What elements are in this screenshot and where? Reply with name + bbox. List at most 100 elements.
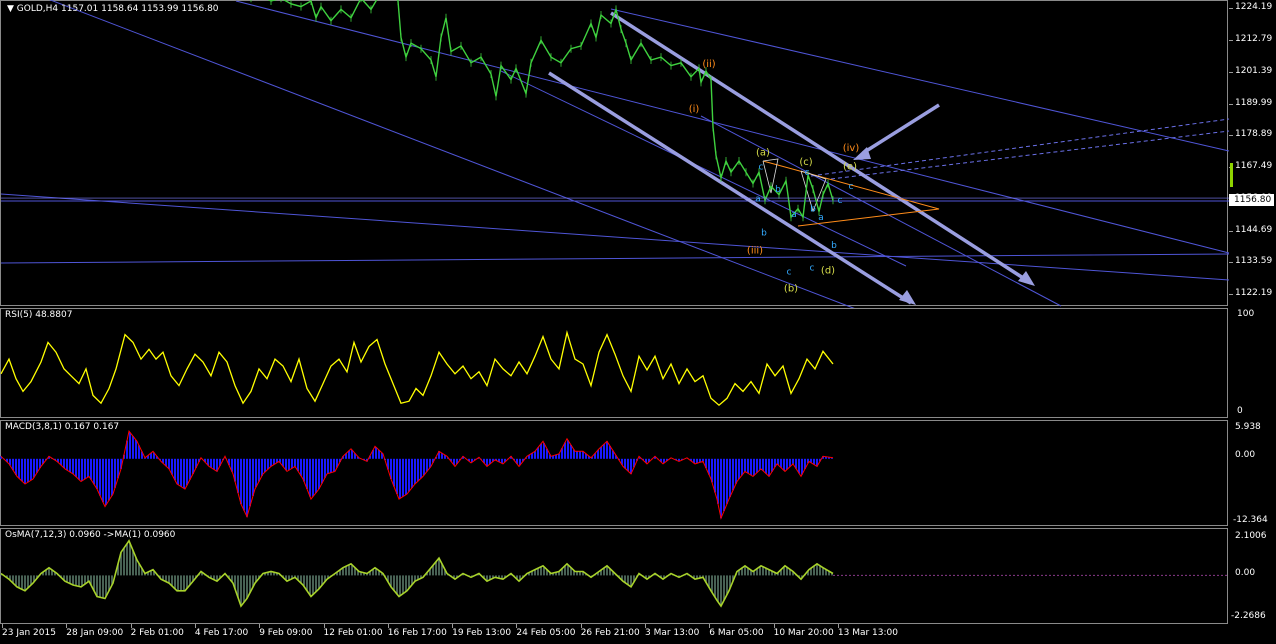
price-tick-mark xyxy=(1229,71,1233,73)
time-tick-5: 12 Feb 01:00 xyxy=(323,628,383,638)
time-tick-1: 28 Jan 09:00 xyxy=(66,628,124,638)
price-tick-mark xyxy=(1229,231,1233,233)
rsi-chart xyxy=(0,330,834,407)
time-tick-0: 23 Jan 2015 xyxy=(2,628,56,638)
wave-label-13[interactable]: b xyxy=(761,228,767,238)
time-tick-3: 4 Feb 17:00 xyxy=(194,628,249,638)
price-tick-9: 1122.19 xyxy=(1235,288,1273,299)
time-axis[interactable]: 23 Jan 2015 28 Jan 09:00 2 Feb 01:00 4 Feb … xyxy=(0,624,1228,644)
wave-label-8[interactable]: (e) xyxy=(843,161,857,172)
time-tick-4: 9 Feb 09:00 xyxy=(259,628,313,638)
price-tick-mark xyxy=(1229,103,1233,105)
price-tick-mark xyxy=(1229,294,1233,296)
trendline-3[interactable] xyxy=(235,0,1230,254)
wave-label-15[interactable]: c xyxy=(787,268,792,278)
price-pane[interactable]: (ii) (i) (iii) (iv) (a) (b) (c) (d) (e) c b a a b c c b c… xyxy=(0,0,1230,312)
wave-label-16[interactable]: b xyxy=(810,205,816,215)
macd-tick-top: 5.938 xyxy=(1235,422,1261,432)
current-price-tag: 1156.80 xyxy=(1229,194,1274,206)
osma-tick-top: 2.1006 xyxy=(1235,531,1267,541)
wave-label-7[interactable]: (d) xyxy=(821,265,835,276)
ohlc-high: 1158.64 xyxy=(101,4,139,14)
rsi-tick-100: 100 xyxy=(1237,309,1255,319)
wave-label-11[interactable]: a xyxy=(755,195,761,205)
ohlc-open: 1157.01 xyxy=(61,4,99,14)
trendline-1[interactable] xyxy=(0,253,1230,264)
wave-label-6[interactable]: (c) xyxy=(799,157,812,168)
time-tick-12: 10 Mar 20:00 xyxy=(773,628,834,638)
price-tick-mark xyxy=(1229,135,1233,137)
wave-label-2[interactable]: (iii) xyxy=(747,246,763,257)
osma-label: OsMA(7,12,3) 0.0960 ->MA(1) 0.0960 xyxy=(5,530,176,540)
price-tick-4: 1178.89 xyxy=(1235,129,1273,140)
ohlc-low: 1153.99 xyxy=(141,4,179,14)
rsi-tick-0: 0 xyxy=(1237,406,1243,416)
price-tick-mark xyxy=(1229,262,1233,264)
time-tick-8: 24 Feb 05:00 xyxy=(516,628,576,638)
symbol-label: GOLD,H4 xyxy=(16,4,59,14)
price-line[interactable] xyxy=(1,0,834,220)
price-tick-1: 1212.79 xyxy=(1235,33,1273,44)
wave-label-19[interactable]: b xyxy=(831,241,837,251)
wave-label-9[interactable]: c xyxy=(759,162,764,172)
osma-pane[interactable]: OsMA(7,12,3) 0.0960 ->MA(1) 0.0960 xyxy=(0,528,1229,624)
price-tick-3: 1189.99 xyxy=(1235,97,1273,108)
rsi-scale: 100 0 xyxy=(1229,308,1276,418)
rsi-pane[interactable]: RSI(5) 48.8807 xyxy=(0,308,1228,418)
price-scale[interactable]: 1224.19 1212.79 1201.39 1189.99 1178.89 1167.… xyxy=(1229,0,1276,306)
ask-marker xyxy=(1230,163,1233,187)
trendline-4[interactable] xyxy=(610,8,1230,152)
ohlc-close: 1156.80 xyxy=(181,4,219,14)
wave-label-18[interactable]: a xyxy=(818,213,824,223)
price-tick-8: 1133.59 xyxy=(1235,256,1273,267)
wave-label-0[interactable]: (ii) xyxy=(702,59,715,70)
time-tick-10: 3 Mar 13:00 xyxy=(645,628,700,638)
macd-label: MACD(3,8,1) 0.167 0.167 xyxy=(5,422,120,432)
time-tick-6: 16 Feb 17:00 xyxy=(387,628,447,638)
trendline-0[interactable] xyxy=(0,193,1230,281)
dashed-projection-2[interactable] xyxy=(830,130,1230,180)
price-chart: (ii)(i)(iii)(iv)(a)(b)(c)(d)(e)cbaabccbc… xyxy=(0,0,1230,312)
price-tick-mark xyxy=(1229,7,1233,9)
wave-label-5[interactable]: (b) xyxy=(784,284,798,295)
rsi-label: RSI(5) 48.8807 xyxy=(5,310,73,320)
macd-scale: 5.938 0.00 -12.364 xyxy=(1229,420,1276,526)
time-tick-2: 2 Feb 01:00 xyxy=(130,628,184,638)
price-tick-0: 1224.19 xyxy=(1235,1,1273,12)
osma-chart xyxy=(0,539,1229,608)
price-tick-5: 1167.49 xyxy=(1235,161,1273,172)
price-tick-7: 1144.69 xyxy=(1235,225,1273,236)
channel-arrow-0[interactable] xyxy=(548,71,912,305)
pointer-arrow[interactable] xyxy=(862,103,940,155)
wave-label-4[interactable]: (a) xyxy=(756,147,770,158)
wave-label-12[interactable]: a xyxy=(791,210,797,220)
symbol-title: ▼ GOLD,H4 1157.01 1158.64 1153.99 1156.8… xyxy=(7,4,219,14)
wave-label-10[interactable]: b xyxy=(775,185,781,195)
wave-label-21[interactable]: c xyxy=(849,182,854,192)
price-tick-2: 1201.39 xyxy=(1235,65,1273,76)
osma-ma-line[interactable] xyxy=(0,539,834,608)
wave-label-17[interactable]: c xyxy=(810,264,815,274)
trendline-7[interactable] xyxy=(700,115,1062,307)
wave-label-20[interactable]: c xyxy=(838,196,843,206)
macd-chart xyxy=(0,430,834,520)
rsi-line[interactable] xyxy=(0,330,834,407)
trendline-6[interactable] xyxy=(1,0,862,312)
dropdown-arrow-icon[interactable]: ▼ xyxy=(7,4,14,14)
channel-arrow-1[interactable] xyxy=(610,11,1032,285)
time-tick-9: 26 Feb 21:00 xyxy=(580,628,640,638)
osma-tick-bottom: -2.2686 xyxy=(1231,611,1266,621)
time-tick-13: 13 Mar 13:00 xyxy=(837,628,898,638)
time-tick-7: 19 Feb 13:00 xyxy=(452,628,512,638)
osma-scale: 2.1006 0.00 -2.2686 xyxy=(1229,528,1276,624)
osma-tick-zero: 0.00 xyxy=(1235,568,1256,578)
macd-tick-zero: 0.00 xyxy=(1235,450,1256,460)
wave-label-3[interactable]: (iv) xyxy=(843,143,860,154)
wave-label-1[interactable]: (i) xyxy=(689,104,700,115)
time-tick-11: 6 Mar 05:00 xyxy=(709,628,764,638)
macd-tick-bottom: -12.364 xyxy=(1233,515,1268,525)
arrow-head-icon xyxy=(1018,271,1035,286)
wave-label-14[interactable]: c xyxy=(805,168,810,178)
macd-pane[interactable]: MACD(3,8,1) 0.167 0.167 xyxy=(0,420,1228,526)
price-tick-mark xyxy=(1229,39,1233,41)
